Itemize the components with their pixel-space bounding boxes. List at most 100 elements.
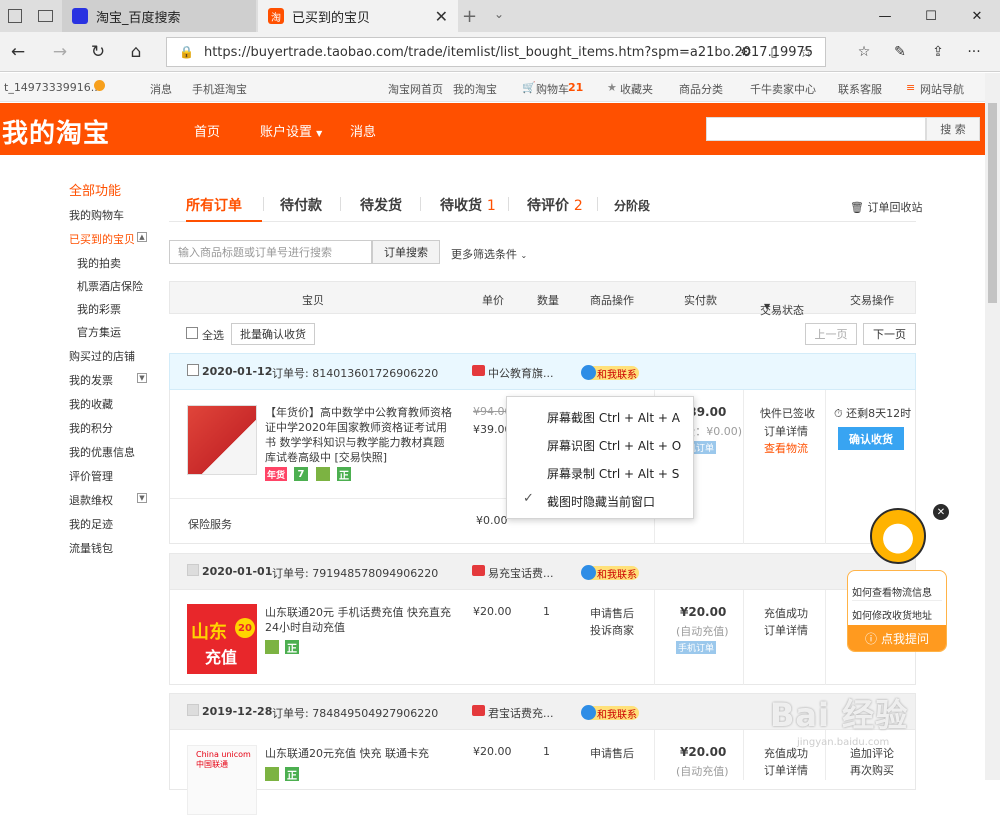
sidebar-item-coupons[interactable]: 我的优惠信息 [69, 444, 135, 460]
tab-staged[interactable]: 分阶段 [614, 197, 650, 214]
shop-name[interactable]: 易充宝话费... [488, 565, 554, 581]
product-title[interactable]: 山东联通20元充值 快充 联通卡充 [265, 746, 455, 761]
product-thumbnail[interactable] [187, 405, 257, 475]
order-search-button[interactable]: 订单搜索 [372, 240, 440, 264]
reading-view-icon[interactable]: ▯ [762, 40, 786, 64]
user-name[interactable]: t_14973339916... [4, 81, 101, 94]
order-checkbox[interactable] [187, 564, 199, 576]
tab-aside-icon[interactable] [38, 10, 53, 22]
next-page-button[interactable]: 下一页 [863, 323, 916, 345]
bulk-confirm-button[interactable]: 批量确认收货 [231, 323, 315, 345]
sidebar-item-favorites[interactable]: 我的收藏 [69, 396, 113, 412]
new-tab-icon[interactable]: + [462, 6, 477, 27]
order-details-link[interactable]: 订单详情 [764, 423, 808, 439]
tab-pending-shipment[interactable]: 待发货 [360, 195, 402, 215]
share-icon[interactable]: ⇪ [926, 40, 950, 64]
menu-hide-window[interactable]: 截图时隐藏当前窗口 [547, 493, 655, 510]
page-scrollbar[interactable] [985, 73, 1000, 780]
contact-seller-button[interactable]: 和我联系 [581, 705, 639, 721]
close-window-icon[interactable]: ✕ [954, 0, 1000, 32]
more-filters-link[interactable]: 更多筛选条件 ⌄ [451, 246, 527, 262]
refresh-icon[interactable]: ↻ [86, 40, 110, 64]
more-icon[interactable]: ··· [962, 40, 986, 64]
contact-seller-button[interactable]: 和我联系 [581, 365, 639, 381]
taobao-home-link[interactable]: 淘宝网首页 [388, 81, 443, 97]
pen-icon[interactable]: ✎ [888, 40, 912, 64]
assistant-mascot-icon[interactable] [870, 508, 926, 564]
after-sales-link[interactable]: 申请售后 [590, 605, 634, 621]
url-field[interactable]: 🔒 https://buyertrade.taobao.com/trade/it… [166, 37, 826, 67]
tab-all-orders[interactable]: 所有订单 [186, 195, 242, 215]
categories-link[interactable]: 商品分类 [679, 81, 723, 97]
product-title[interactable]: 山东联通20元 手机话费充值 快充直充 24小时自动充值 [265, 605, 455, 635]
sidebar-item-shops[interactable]: 购买过的店铺 [69, 348, 135, 364]
site-nav-link[interactable]: 网站导航 [920, 81, 964, 97]
maximize-icon[interactable]: ☐ [908, 0, 954, 32]
after-sales-link[interactable]: 申请售后 [590, 745, 634, 761]
menu-screenshot[interactable]: 屏幕截图 Ctrl + Alt + A [547, 409, 680, 426]
helper-question-address[interactable]: 如何修改收货地址 [852, 607, 932, 622]
sidebar-item-auction[interactable]: 我的拍卖 [77, 255, 121, 271]
complain-link[interactable]: 投诉商家 [590, 622, 634, 638]
sidebar-item-travel[interactable]: 机票酒店保险 [77, 278, 143, 294]
product-title[interactable]: 【年货价】高中数学中公教育教师资格证中学2020年国家教师资格证考试用书 数学学… [265, 405, 455, 465]
tab-pending-review[interactable]: 待评价 2 [527, 195, 583, 215]
sidebar-item-footprint[interactable]: 我的足迹 [69, 516, 113, 532]
tab-pending-payment[interactable]: 待付款 [280, 195, 322, 215]
close-icon[interactable]: ✕ [933, 504, 949, 520]
sidebar-item-invoice[interactable]: 我的发票 [69, 372, 113, 388]
order-details-link[interactable]: 订单详情 [764, 622, 808, 638]
contact-seller-button[interactable]: 和我联系 [581, 565, 639, 581]
minimize-icon[interactable]: — [862, 0, 908, 32]
collapse-icon[interactable]: ▲ [137, 232, 147, 242]
site-search-input[interactable] [706, 117, 926, 141]
sidebar-item-points[interactable]: 我的积分 [69, 420, 113, 436]
prev-page-button[interactable]: 上一页 [805, 323, 857, 345]
tab-baidu-search[interactable]: 淘宝_百度搜索 [62, 0, 256, 32]
favorite-star-icon[interactable]: ☆ [794, 40, 818, 64]
product-thumbnail[interactable]: 山东 充值 20 [187, 604, 257, 674]
sidebar-item-refund[interactable]: 退款维权 [69, 492, 113, 508]
close-tab-icon[interactable]: ✕ [435, 7, 448, 26]
scrollbar-thumb[interactable] [988, 103, 997, 303]
cart-link[interactable]: 购物车 [536, 81, 569, 97]
tab-pending-receipt[interactable]: 待收货 1 [440, 195, 496, 215]
menu-screen-record[interactable]: 屏幕录制 Ctrl + Alt + S [547, 465, 679, 482]
nav-home[interactable]: 首页 [194, 121, 220, 140]
helper-question-logistics[interactable]: 如何查看物流信息 [852, 584, 932, 599]
sidebar-item-reviews[interactable]: 评价管理 [69, 468, 113, 484]
product-thumbnail[interactable]: China unicom中国联通 [187, 745, 257, 815]
my-taobao-logo[interactable]: 我的淘宝 [2, 113, 110, 150]
select-all-checkbox[interactable] [186, 327, 198, 339]
tab-actions-icon[interactable] [8, 9, 22, 23]
recycle-bin-link[interactable]: 🗑 订单回收站 [850, 199, 922, 215]
expand-icon[interactable]: ▼ [137, 493, 147, 503]
extension-icon[interactable]: ⚙ [734, 40, 758, 64]
confirm-receipt-button[interactable]: 确认收货 [838, 427, 904, 450]
mobile-taobao-link[interactable]: 手机逛淘宝 [192, 81, 247, 97]
ask-question-button[interactable]: ⓘ 点我提问 [848, 625, 946, 651]
sidebar-item-lottery[interactable]: 我的彩票 [77, 301, 121, 317]
order-checkbox[interactable] [187, 704, 199, 716]
seller-center-link[interactable]: 千牛卖家中心 [750, 81, 816, 97]
tab-list-chevron-icon[interactable]: ⌄ [494, 7, 504, 21]
back-icon[interactable]: ← [6, 40, 30, 64]
shop-name[interactable]: 君宝话费充... [488, 705, 554, 721]
favorites-link[interactable]: 收藏夹 [620, 81, 653, 97]
sidebar-item-bought[interactable]: 已买到的宝贝 [69, 231, 135, 247]
my-taobao-link[interactable]: 我的淘宝 [453, 81, 497, 97]
sidebar-item-cart[interactable]: 我的购物车 [69, 207, 124, 223]
expand-icon[interactable]: ▼ [137, 373, 147, 383]
site-search-button[interactable]: 搜 索 [926, 117, 980, 141]
menu-image-recognition[interactable]: 屏幕识图 Ctrl + Alt + O [547, 437, 681, 454]
sidebar-item-shipping[interactable]: 官方集运 [77, 324, 121, 340]
message-link[interactable]: 消息 [150, 81, 172, 97]
favorites-bar-icon[interactable]: ☆ [852, 40, 876, 64]
sidebar-item-data-wallet[interactable]: 流量钱包 [69, 540, 113, 556]
tab-bought-items[interactable]: 淘 已买到的宝贝 ✕ [258, 0, 458, 32]
nav-account-settings[interactable]: 账户设置 ▼ [260, 121, 322, 140]
home-icon[interactable]: ⌂ [124, 40, 148, 64]
shop-name[interactable]: 中公教育旗... [488, 365, 554, 381]
buy-again-link[interactable]: 再次购买 [850, 762, 894, 778]
order-checkbox[interactable] [187, 364, 199, 376]
